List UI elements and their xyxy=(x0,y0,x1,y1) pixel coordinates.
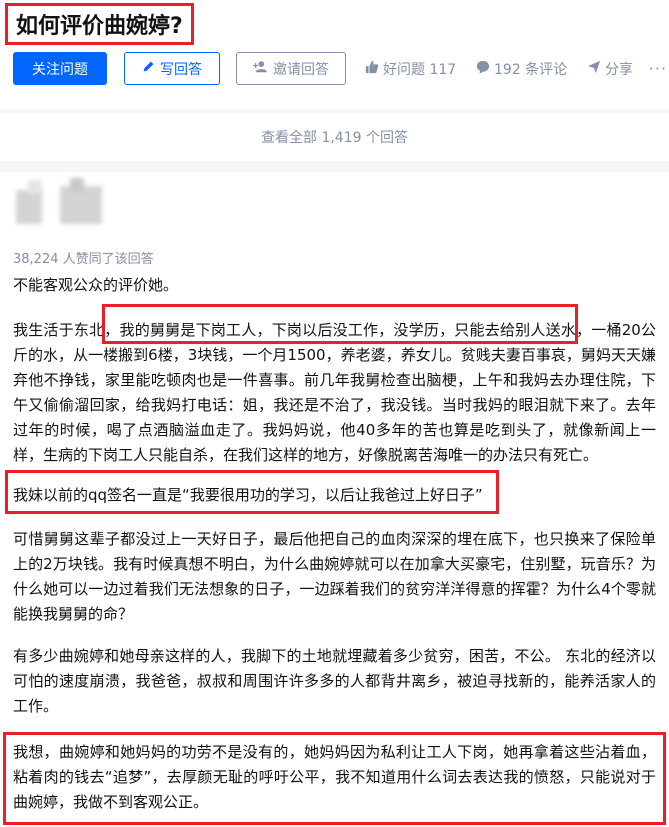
follow-question-label: 关注问题 xyxy=(32,61,88,78)
invite-answer-label: 邀请回答 xyxy=(273,61,329,78)
more-options-button[interactable]: ··· xyxy=(649,52,667,85)
write-answer-label: 写回答 xyxy=(160,61,202,78)
more-options-label: ··· xyxy=(648,59,667,78)
view-all-answers-label: 查看全部 1,419 个回答 xyxy=(261,130,408,146)
comment-icon xyxy=(476,60,490,78)
write-answer-button[interactable]: 写回答 xyxy=(124,52,220,85)
comments-label: 192 条评论 xyxy=(494,61,568,78)
invite-answer-button[interactable]: 邀请回答 xyxy=(236,52,346,85)
answer-paragraph: 我想，曲婉婷和她妈妈的功劳不是没有的，她妈妈因为私利让工人下岗，她再拿着这些沾着… xyxy=(13,743,656,811)
follow-question-button[interactable]: 关注问题 xyxy=(13,52,107,85)
share-button[interactable]: 分享 xyxy=(587,52,633,85)
share-icon xyxy=(587,60,601,78)
answer-paragraph: 我生活于东北，我的舅舅是下岗工人，下岗以后没工作，没学历，只能去给别人送水，一桶… xyxy=(13,321,656,464)
good-question-button[interactable]: 好问题 117 xyxy=(365,52,456,85)
pencil-icon xyxy=(142,60,155,77)
answer-card: 38,224 人赞同了该回答 不能客观公众的评价她。 我生活于东北，我的舅舅是下… xyxy=(0,172,669,827)
question-title: 如何评价曲婉婷? xyxy=(16,14,183,39)
answer-paragraph: 我妹以前的qq签名一直是“我要很用功的学习，以后让我爸过上好日子” xyxy=(13,486,483,504)
share-label: 分享 xyxy=(605,61,633,78)
view-all-answers-link[interactable]: 查看全部 1,419 个回答 xyxy=(0,113,669,161)
answer-paragraph: 可惜舅舅这辈子都没过上一天好日子，最后他把自己的血肉深深的埋在底下，也只换来了保… xyxy=(13,530,656,623)
page: 如何评价曲婉婷? 关注问题 写回答 邀请回答 好问题 117 192 条评论 分… xyxy=(0,0,669,827)
title-highlight-box: 如何评价曲婉婷? xyxy=(5,3,194,45)
comments-button[interactable]: 192 条评论 xyxy=(476,52,567,85)
question-header: 如何评价曲婉婷? 关注问题 写回答 邀请回答 好问题 117 192 条评论 分… xyxy=(0,0,669,110)
add-user-icon xyxy=(253,60,268,77)
good-question-label: 好问题 117 xyxy=(383,61,457,78)
thumbs-up-icon xyxy=(365,60,379,78)
answer-paragraph: 有多少曲婉婷和她母亲这样的人，我脚下的土地就埋藏着多少贫穷，困苦，不公。 东北的… xyxy=(13,647,656,715)
upvote-count: 38,224 人赞同了该回答 xyxy=(13,252,154,267)
answer-paragraph: 不能客观公众的评价她。 xyxy=(13,276,179,294)
